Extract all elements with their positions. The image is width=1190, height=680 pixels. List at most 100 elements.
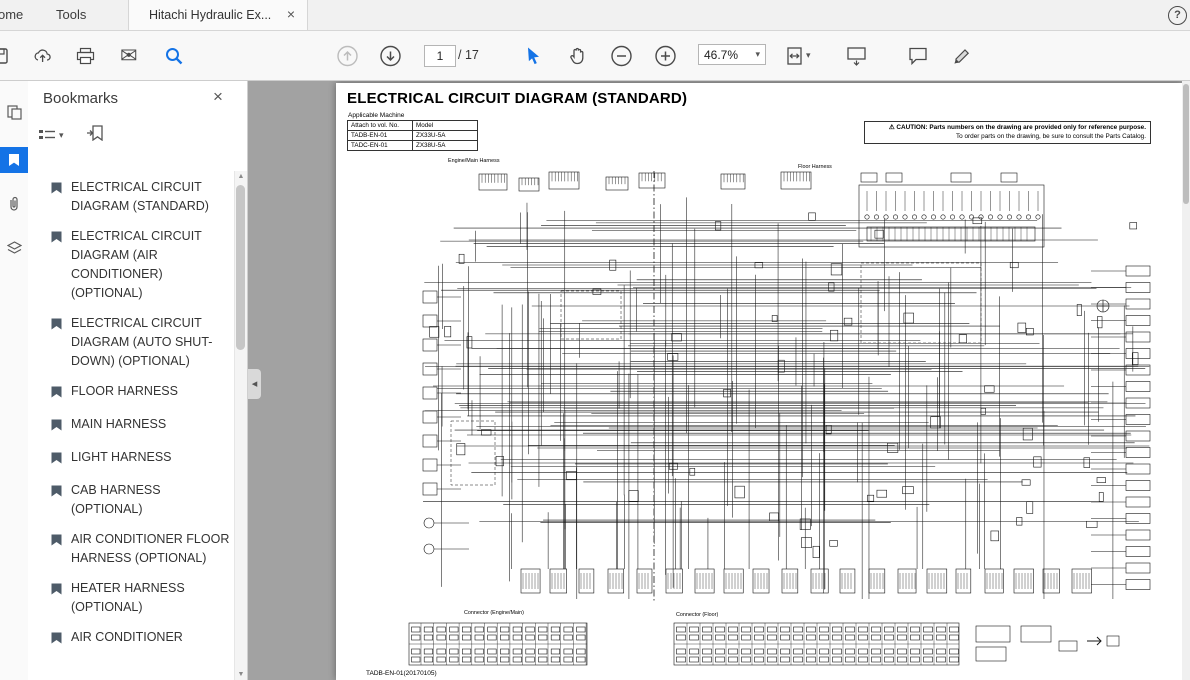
- bookmark-label: HEATER HARNESS (OPTIONAL): [71, 581, 185, 614]
- connector-left-label: Connector (Engine/Main): [464, 610, 524, 616]
- table-header-cell: Model: [412, 120, 478, 131]
- page-display-mode-icon[interactable]: [846, 46, 867, 66]
- bookmark-item[interactable]: HEATER HARNESS (OPTIONAL): [28, 579, 234, 617]
- bookmark-icon: [50, 181, 63, 200]
- bookmark-icon: [50, 631, 63, 650]
- bookmarks-toolbar: ▾: [38, 125, 104, 146]
- bookmark-item[interactable]: ELECTRICAL CIRCUIT DIAGRAM (STANDARD): [28, 178, 234, 216]
- bookmarks-panel-icon[interactable]: [0, 147, 28, 173]
- bookmark-label: ELECTRICAL CIRCUIT DIAGRAM (AUTO SHUT-DO…: [71, 316, 213, 368]
- bookmark-list: ELECTRICAL CIRCUIT DIAGRAM (STANDARD) EL…: [28, 178, 234, 680]
- caution-box: ⚠ CAUTION: Parts numbers on the drawing …: [864, 121, 1151, 145]
- zoom-in-icon[interactable]: [654, 44, 677, 67]
- bookmark-item[interactable]: CAB HARNESS (OPTIONAL): [28, 481, 234, 519]
- floor-harness-label: Floor Harness: [798, 164, 832, 170]
- go-to-current-bookmark-icon[interactable]: [86, 125, 104, 146]
- bookmark-item[interactable]: MAIN HARNESS: [28, 415, 234, 437]
- table-cell: TADB-EN-01: [347, 130, 413, 141]
- bookmark-item[interactable]: ELECTRICAL CIRCUIT DIAGRAM (AIR CONDITIO…: [28, 227, 234, 303]
- page-number-input[interactable]: [424, 45, 456, 67]
- document-tab-label: Hitachi Hydraulic Ex...: [149, 8, 272, 22]
- table-cell: ZX33U-5A: [412, 130, 478, 141]
- chevron-down-icon: ▾: [806, 50, 811, 60]
- scroll-up-icon[interactable]: ▲: [235, 173, 247, 180]
- acrobat-window: ome Tools Hitachi Hydraulic Ex... × ? ✉ …: [0, 0, 1190, 680]
- bookmark-icon: [50, 484, 63, 503]
- bookmark-label: ELECTRICAL CIRCUIT DIAGRAM (AIR CONDITIO…: [71, 229, 202, 300]
- comment-icon[interactable]: [908, 46, 928, 65]
- collapse-panel-icon[interactable]: ◂: [248, 369, 261, 399]
- engine-harness-label: Engine/Main Harness: [448, 158, 500, 164]
- window-scrollbar[interactable]: [1182, 81, 1190, 680]
- bookmark-item[interactable]: ELECTRICAL CIRCUIT DIAGRAM (AUTO SHUT-DO…: [28, 314, 234, 371]
- bookmarks-panel: Bookmarks × ▾ ELECTRICAL CIRCUIT DIAGRAM…: [28, 81, 248, 680]
- next-page-icon[interactable]: [379, 44, 402, 67]
- tab-document[interactable]: Hitachi Hydraulic Ex... ×: [128, 0, 308, 30]
- page-count-label: / 17: [458, 48, 479, 62]
- bookmark-icon: [50, 418, 63, 437]
- applicable-machine-caption: Applicable Machine: [348, 112, 405, 119]
- print-icon[interactable]: [76, 47, 95, 65]
- chevron-down-icon: ▾: [755, 49, 760, 59]
- toolbar: ✉ / 17 46.7% ▾ ▾: [0, 31, 1190, 81]
- bookmark-item[interactable]: AIR CONDITIONER FLOOR HARNESS (OPTIONAL): [28, 530, 234, 568]
- tab-tools[interactable]: Tools: [44, 0, 98, 30]
- search-icon[interactable]: [164, 46, 184, 66]
- save-icon[interactable]: [0, 47, 9, 65]
- bookmark-label: CAB HARNESS (OPTIONAL): [71, 483, 161, 516]
- layers-icon[interactable]: [0, 235, 28, 261]
- attachments-icon[interactable]: [0, 191, 28, 217]
- previous-page-icon[interactable]: [336, 44, 359, 67]
- bookmark-icon: [50, 385, 63, 404]
- bookmark-icon: [50, 451, 63, 470]
- close-panel-icon[interactable]: ×: [209, 88, 227, 106]
- bookmark-label: FLOOR HARNESS: [71, 384, 178, 398]
- tab-home[interactable]: ome: [0, 0, 35, 30]
- scrollbar-thumb[interactable]: [236, 185, 245, 350]
- bookmark-icon: [50, 317, 63, 336]
- applicable-machine-table: Attach to vol. No. Model TADB-EN-01 ZX33…: [347, 120, 478, 151]
- wiring-diagram: [408, 171, 1151, 666]
- caution-line-2: To order parts on the drawing, be sure t…: [955, 132, 1146, 140]
- bookmark-label: AIR CONDITIONER FLOOR HARNESS (OPTIONAL): [71, 532, 230, 565]
- pdf-page: ELECTRICAL CIRCUIT DIAGRAM (STANDARD) Ap…: [336, 83, 1182, 680]
- close-document-icon[interactable]: ×: [283, 7, 299, 23]
- bookmark-icon: [50, 533, 63, 552]
- bookmark-icon: [50, 582, 63, 601]
- document-code: TADB-EN-01(20170105): [366, 670, 437, 677]
- document-viewer: ◂ ELECTRICAL CIRCUIT DIAGRAM (STANDARD) …: [248, 81, 1182, 680]
- scroll-down-icon[interactable]: ▼: [235, 671, 247, 678]
- caution-line-1: ⚠ CAUTION: Parts numbers on the drawing …: [888, 124, 1146, 131]
- bookmark-options-icon[interactable]: ▾: [38, 128, 64, 144]
- bookmark-item[interactable]: FLOOR HARNESS: [28, 382, 234, 404]
- fit-width-icon[interactable]: ▾: [786, 46, 811, 66]
- select-tool-icon[interactable]: [526, 46, 543, 65]
- hand-tool-icon[interactable]: [568, 46, 587, 66]
- table-cell: TADC-EN-01: [347, 140, 413, 151]
- bookmark-item[interactable]: AIR CONDITIONER: [28, 628, 234, 650]
- bookmark-item[interactable]: LIGHT HARNESS: [28, 448, 234, 470]
- table-cell: ZX38U-5A: [412, 140, 478, 151]
- bookmark-label: AIR CONDITIONER: [71, 630, 183, 644]
- page-title: ELECTRICAL CIRCUIT DIAGRAM (STANDARD): [347, 90, 688, 107]
- zoom-out-icon[interactable]: [610, 44, 633, 67]
- bookmark-label: LIGHT HARNESS: [71, 450, 172, 464]
- email-icon[interactable]: ✉: [120, 43, 138, 68]
- bookmarks-scrollbar[interactable]: ▲ ▼: [234, 171, 247, 680]
- bookmark-icon: [50, 230, 63, 249]
- chevron-down-icon: ▾: [59, 130, 64, 140]
- table-header-cell: Attach to vol. No.: [347, 120, 413, 131]
- bookmark-label: ELECTRICAL CIRCUIT DIAGRAM (STANDARD): [71, 180, 209, 213]
- bookmarks-panel-title: Bookmarks: [43, 90, 119, 107]
- scrollbar-thumb[interactable]: [1183, 84, 1189, 204]
- connector-right-label: Connector (Floor): [676, 612, 719, 618]
- zoom-level-value: 46.7%: [704, 47, 739, 62]
- share-cloud-icon[interactable]: [33, 47, 53, 65]
- page-thumbnails-icon[interactable]: [0, 99, 28, 125]
- zoom-level-dropdown[interactable]: 46.7% ▾: [698, 44, 766, 65]
- main-region: Bookmarks × ▾ ELECTRICAL CIRCUIT DIAGRAM…: [0, 81, 1190, 680]
- bookmark-label: MAIN HARNESS: [71, 417, 167, 431]
- help-icon[interactable]: ?: [1168, 6, 1187, 25]
- highlighter-icon[interactable]: [952, 46, 972, 66]
- tab-bar: ome Tools Hitachi Hydraulic Ex... × ?: [0, 0, 1190, 31]
